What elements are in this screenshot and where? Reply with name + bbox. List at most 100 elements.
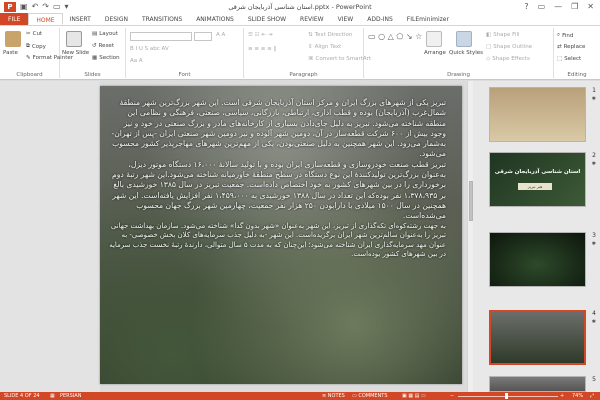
fit-slide-icon[interactable]: ⤢ xyxy=(590,392,594,400)
font-style-icons[interactable]: B I U S abc AV xyxy=(130,46,169,52)
customize-icon[interactable]: ▾ xyxy=(65,2,69,11)
zoom-in-icon[interactable]: + xyxy=(560,392,564,400)
arrange-button[interactable]: Arrange xyxy=(424,50,446,56)
transition-star-icon: ✱ xyxy=(591,96,596,102)
slide-number: 1 xyxy=(592,87,596,94)
copy-button[interactable]: ⧉ Copy xyxy=(26,43,46,50)
slide-canvas[interactable]: تبریز یکی از شهرهای بزرگ ایران و مرکز اس… xyxy=(100,86,462,384)
find-button[interactable]: ⌕ Find xyxy=(557,32,573,39)
quick-access-toolbar: P ▣ ↶ ↷ ▭ ▾ xyxy=(0,1,69,12)
copy-label: Copy xyxy=(31,43,46,50)
transition-star-icon: ✱ xyxy=(591,161,596,167)
restore-icon[interactable]: ❐ xyxy=(571,2,578,11)
slide-paragraph: به جهت رشته‌کوه‌ای تکه‌گذاری از تبریز، ا… xyxy=(109,221,446,259)
save-icon[interactable]: ▣ xyxy=(20,2,28,11)
help-icon[interactable]: ? xyxy=(524,2,528,11)
tab-add-ins[interactable]: ADD-INS xyxy=(360,13,400,25)
layout-button[interactable]: ▤ Layout xyxy=(92,31,118,37)
notes-label: NOTES xyxy=(327,393,345,399)
reset-icon: ↺ xyxy=(92,43,97,49)
text-direction-button[interactable]: ⇅ Text Direction xyxy=(308,32,352,38)
editor-margin-left xyxy=(0,81,100,392)
zoom-slider-thumb[interactable] xyxy=(505,393,508,399)
slide-thumbnail[interactable] xyxy=(489,87,586,142)
slide-paragraph: تبریز قطب صنعت خودروسازی و قطعه‌سازی ایر… xyxy=(112,159,446,221)
ribbon-display-icon[interactable]: ▭ xyxy=(538,2,546,11)
tab-insert[interactable]: INSERT xyxy=(63,13,98,25)
shape-outline-button[interactable]: □ Shape Outline xyxy=(486,44,532,50)
new-slide-icon[interactable] xyxy=(66,31,82,47)
undo-icon[interactable]: ↶ xyxy=(32,2,39,11)
start-from-beginning-icon[interactable]: ▭ xyxy=(53,2,61,11)
tab-transitions[interactable]: TRANSITIONS xyxy=(135,13,189,25)
shape-fill-button[interactable]: ◧ Shape Fill xyxy=(486,32,520,38)
editing-group: ⌕ Find ⇄ Replace ⬚ Select Editing xyxy=(554,28,600,78)
slides-group: New Slide ▤ Layout ↺ Reset ▦ Section Slides xyxy=(60,28,126,78)
shape-effects-button[interactable]: ◇ Shape Effects xyxy=(486,56,530,62)
paste-icon[interactable] xyxy=(5,31,21,47)
cut-button[interactable]: ✂ Cut xyxy=(26,31,42,37)
minimize-icon[interactable]: — xyxy=(554,2,562,11)
section-icon: ▦ xyxy=(92,55,98,61)
thumbnail-title: استان شناسی آذربایجان شرقی xyxy=(494,169,581,175)
tab-home[interactable]: HOME xyxy=(28,13,63,25)
slide-thumbnail[interactable] xyxy=(489,232,586,287)
shape-effects-icon: ◇ xyxy=(486,56,491,62)
slide-number: 5 xyxy=(592,376,596,383)
select-icon: ⬚ xyxy=(557,56,563,62)
tab-animations[interactable]: ANIMATIONS xyxy=(189,13,241,25)
tab-review[interactable]: REVIEW xyxy=(293,13,331,25)
quick-styles-button[interactable]: Quick Styles xyxy=(449,50,483,56)
list-icons[interactable]: ☰ ☷ ⇤ ⇥ xyxy=(248,32,272,38)
arrange-icon[interactable] xyxy=(426,31,442,47)
drawing-group-label: Drawing xyxy=(447,72,470,78)
font-name-box[interactable] xyxy=(130,32,192,41)
reset-button[interactable]: ↺ Reset xyxy=(92,43,114,49)
language-indicator[interactable]: PERSIAN xyxy=(60,392,81,400)
convert-smartart-button[interactable]: ⌘ Convert to SmartArt xyxy=(308,56,371,62)
view-buttons[interactable]: ▣ ▦ ▤ ▭ xyxy=(402,392,426,400)
redo-icon[interactable]: ↷ xyxy=(42,2,49,11)
quick-styles-icon[interactable] xyxy=(456,31,472,47)
zoom-slider[interactable] xyxy=(458,395,558,397)
paste-button[interactable]: Paste xyxy=(3,50,18,56)
reset-label: Reset xyxy=(98,43,114,49)
align-icons[interactable]: ≡ ≡ ≡ ≡ ‖ xyxy=(248,46,276,52)
font-size-box[interactable] xyxy=(194,32,212,41)
notes-button[interactable]: ≡ NOTES xyxy=(322,392,345,400)
align-text-icon: ⇕ xyxy=(308,44,313,50)
zoom-level[interactable]: 74% xyxy=(572,392,583,400)
clipboard-group-label: Clipboard xyxy=(16,72,43,78)
slide-text-box[interactable]: تبریز یکی از شهرهای بزرگ ایران و مرکز اس… xyxy=(106,98,446,260)
slide-number: 4 xyxy=(592,310,596,317)
ribbon-home: Paste ✂ Cut ⧉ Copy ✎ Format Painter Clipboa… xyxy=(0,26,600,80)
slide-thumbnail[interactable] xyxy=(489,376,586,392)
transition-star-icon: ✱ xyxy=(591,319,596,325)
shape-effects-label: Shape Effects xyxy=(492,56,530,62)
tab-design[interactable]: DESIGN xyxy=(98,13,135,25)
format-painter-icon: ✎ xyxy=(26,55,31,61)
align-text-label: Align Text xyxy=(314,44,342,50)
tab-view[interactable]: VIEW xyxy=(331,13,361,25)
tab-slide-show[interactable]: SLIDE SHOW xyxy=(241,13,293,25)
shapes-gallery[interactable]: ▭ ○ △ ⬠ ↘ ☆ xyxy=(368,32,422,41)
spell-check-icon[interactable]: ▦ xyxy=(50,392,55,400)
select-button[interactable]: ⬚ Select xyxy=(557,56,581,62)
zoom-out-icon[interactable]: − xyxy=(450,392,454,400)
close-icon[interactable]: ✕ xyxy=(587,2,594,11)
window-controls: ? ▭ — ❐ ✕ xyxy=(524,2,600,11)
tab-fileminimizer[interactable]: FILEminimizer xyxy=(400,13,456,25)
font-grow-icon[interactable]: A A xyxy=(216,32,225,38)
tab-file[interactable]: FILE xyxy=(0,13,29,25)
font-color-icon[interactable]: Aa A xyxy=(130,58,143,64)
align-text-button[interactable]: ⇕ Align Text xyxy=(308,44,341,50)
layout-label: Layout xyxy=(99,31,118,37)
comments-button[interactable]: ▭ COMMENTS xyxy=(352,392,388,400)
replace-button[interactable]: ⇄ Replace xyxy=(557,44,585,50)
replace-label: Replace xyxy=(563,44,586,50)
slide-thumbnail[interactable]: استان شناسی آذربایجان شرقی هنر تبریز xyxy=(489,152,586,207)
slide-thumbnail-selected[interactable] xyxy=(489,310,586,365)
new-slide-button[interactable]: New Slide xyxy=(62,50,89,56)
replace-icon: ⇄ xyxy=(557,44,562,50)
section-button[interactable]: ▦ Section xyxy=(92,55,120,61)
